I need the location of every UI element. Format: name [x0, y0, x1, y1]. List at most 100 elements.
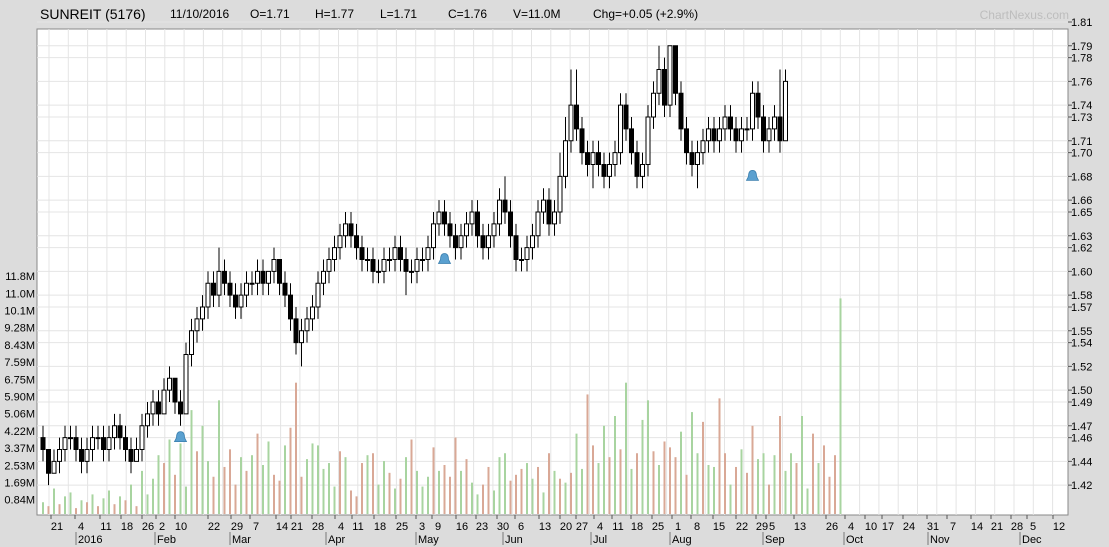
candle-body [513, 235, 519, 260]
price-tick-label: 1.76 [1071, 76, 1092, 88]
volume-bar [328, 463, 330, 514]
volume-bar [839, 298, 842, 514]
volume-bar [366, 455, 369, 514]
candle-body [744, 128, 750, 131]
candlestick-chart[interactable]: 1.42 1.44 1.461.47 1.491.50 1.52 1.541.55 1.57… [0, 0, 1109, 547]
volume-bar [630, 468, 633, 514]
volume-bar [801, 416, 803, 514]
candle-body [442, 211, 447, 225]
candle-body [502, 199, 508, 213]
volume-bar [306, 459, 308, 514]
candle-body [453, 235, 458, 249]
candle-body [205, 282, 211, 308]
candle-body [57, 449, 62, 462]
candle-body [183, 354, 189, 415]
price-tick-label: 1.46 [1071, 433, 1092, 445]
day-tick-label: 27 [576, 521, 588, 533]
volume-bar [97, 506, 99, 514]
candle-body [249, 282, 255, 285]
candle-body [596, 152, 601, 165]
candle-body [359, 247, 365, 260]
volume-bar [108, 490, 110, 514]
month-tick-label: Jun [505, 534, 523, 546]
volume-bar [614, 416, 616, 514]
volume-bar [69, 492, 72, 514]
candle-body [200, 306, 205, 320]
candle-body [304, 318, 310, 332]
volume-tick-label: 5.06M [4, 409, 35, 421]
volume-bar [350, 490, 352, 514]
day-tick-label: 18 [374, 521, 386, 533]
candle-body [288, 294, 293, 320]
volume-bar [608, 457, 611, 514]
price-tick-label: 1.49 [1071, 397, 1092, 409]
candle-body [535, 211, 541, 237]
candle-body [216, 270, 222, 296]
day-tick-label: 21 [51, 521, 63, 533]
month-tick-label: 2016 [78, 534, 102, 546]
day-tick-label: 8 [694, 521, 700, 533]
volume-bar [779, 416, 781, 514]
volume-bar [234, 484, 237, 514]
candle-body [480, 235, 486, 249]
volume-bar [603, 425, 605, 514]
candle-body [299, 330, 304, 344]
candle-body [447, 223, 453, 237]
volume-bar [251, 455, 253, 514]
candle-body [579, 128, 585, 154]
volume-bar [218, 400, 220, 514]
volume-bar [410, 439, 413, 514]
candle-body [354, 235, 359, 249]
candle-body [645, 116, 651, 165]
volume-bar [168, 439, 171, 514]
volume-bar [262, 465, 264, 514]
day-tick-label: 25 [396, 521, 408, 533]
volume-bar [207, 461, 209, 514]
volume-bar [300, 476, 303, 514]
day-tick-label: 6 [518, 521, 524, 533]
day-tick-label: 2 [159, 521, 165, 533]
volume-bar [383, 461, 385, 514]
candle-body [321, 270, 326, 284]
volume-tick-label: 8.43M [4, 340, 35, 352]
volume-bar [91, 494, 94, 514]
volume-bar [520, 468, 523, 514]
candle-body [392, 247, 398, 260]
volume-bar [124, 500, 127, 514]
candle-body [343, 223, 348, 237]
month-tick-label: Nov [930, 534, 950, 546]
candle-body [40, 437, 46, 450]
candle-body [101, 437, 106, 450]
volume-bar [685, 474, 688, 514]
candle-body [508, 211, 513, 237]
volume-bar [806, 488, 809, 514]
volume-bar [570, 472, 572, 514]
volume-bar [669, 447, 671, 514]
candle-body [222, 270, 227, 284]
price-tick-label: 1.62 [1071, 243, 1092, 255]
volume-bar [548, 453, 550, 514]
volume-bar [504, 453, 506, 514]
volume-bar [240, 457, 242, 514]
day-tick-label: 13 [794, 521, 806, 533]
candle-body [695, 152, 700, 165]
volume-bar [795, 463, 798, 514]
month-tick-label: Aug [672, 534, 692, 546]
candle-body [260, 270, 266, 284]
volume-bar [311, 443, 314, 514]
day-tick-label: 18 [631, 521, 643, 533]
volume-bar [823, 445, 825, 514]
day-tick-label: 5 [1030, 521, 1036, 533]
volume-bar [812, 433, 814, 514]
volume-bar [691, 412, 693, 514]
candle-body [634, 152, 640, 177]
candle-body [662, 69, 667, 106]
volume-tick-label: 11.0M [5, 288, 35, 300]
candle-body [761, 116, 766, 142]
volume-bar [113, 504, 116, 514]
volume-bar [185, 486, 187, 514]
candle-body [541, 199, 546, 213]
volume-bar [322, 468, 325, 514]
price-tick-label: 1.44 [1071, 456, 1092, 468]
volume-tick-label: 9.28M [4, 323, 35, 335]
